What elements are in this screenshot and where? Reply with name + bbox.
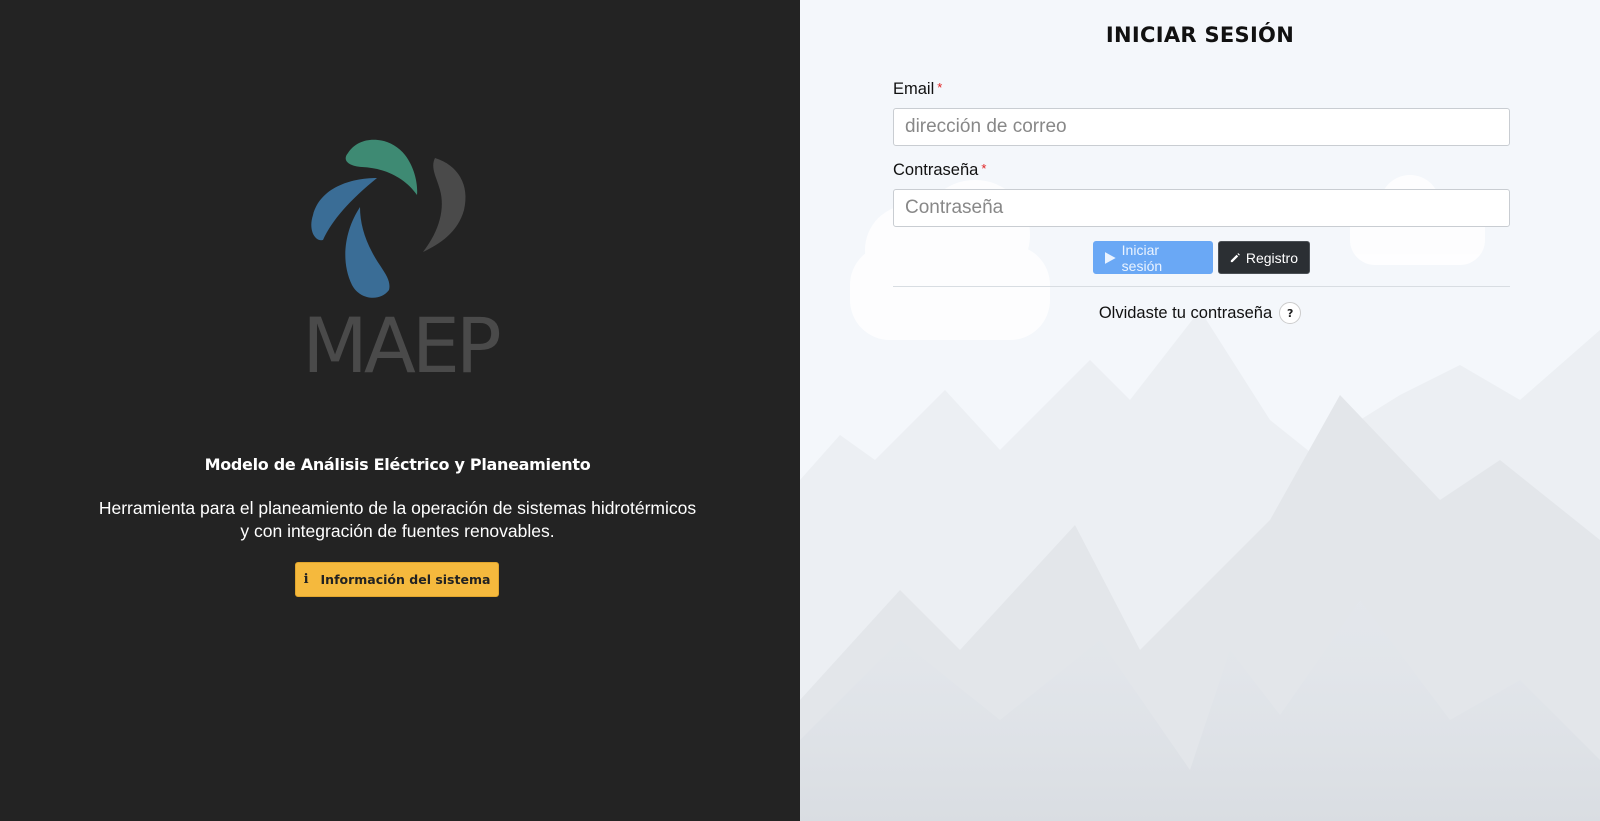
right-panel: INICIAR SESIÓN Email* Contraseña* Inicia… <box>800 0 1600 821</box>
system-info-button[interactable]: i Información del sistema <box>295 562 499 597</box>
required-mark: * <box>937 80 943 95</box>
email-label: Email * <box>893 80 942 99</box>
app-title: Modelo de Análisis Eléctrico y Planeamie… <box>204 455 591 474</box>
pencil-icon <box>1230 252 1240 262</box>
divider <box>893 286 1510 287</box>
register-button[interactable]: Registro <box>1218 241 1310 274</box>
login-actions: Iniciar sesión Registro <box>1093 241 1310 274</box>
info-icon: i <box>303 572 309 587</box>
left-panel: MAEP Modelo de Análisis Eléctrico y Plan… <box>0 0 800 821</box>
required-mark: * <box>981 161 987 176</box>
login-button-label: Iniciar sesión <box>1121 241 1163 274</box>
play-icon <box>1105 251 1116 264</box>
password-label-text: Contraseña <box>893 161 979 179</box>
maep-logo: MAEP <box>290 130 510 390</box>
logo-text: MAEP <box>302 301 501 390</box>
help-icon[interactable]: ? <box>1279 302 1302 324</box>
forgot-password: Olvidaste tu contraseña ? <box>800 302 1600 324</box>
logo-mark-icon <box>311 139 466 298</box>
register-button-label: Registro <box>1245 249 1298 266</box>
login-button[interactable]: Iniciar sesión <box>1093 241 1213 274</box>
email-input[interactable] <box>893 108 1510 146</box>
login-title: INICIAR SESIÓN <box>1105 23 1295 47</box>
email-label-text: Email <box>893 80 935 98</box>
forgot-password-link[interactable]: Olvidaste tu contraseña <box>1099 304 1272 323</box>
app-description: Herramienta para el planeamiento de la o… <box>98 498 697 541</box>
password-label: Contraseña * <box>893 161 986 180</box>
system-info-label: Información del sistema <box>320 572 491 587</box>
password-input[interactable] <box>893 189 1510 227</box>
